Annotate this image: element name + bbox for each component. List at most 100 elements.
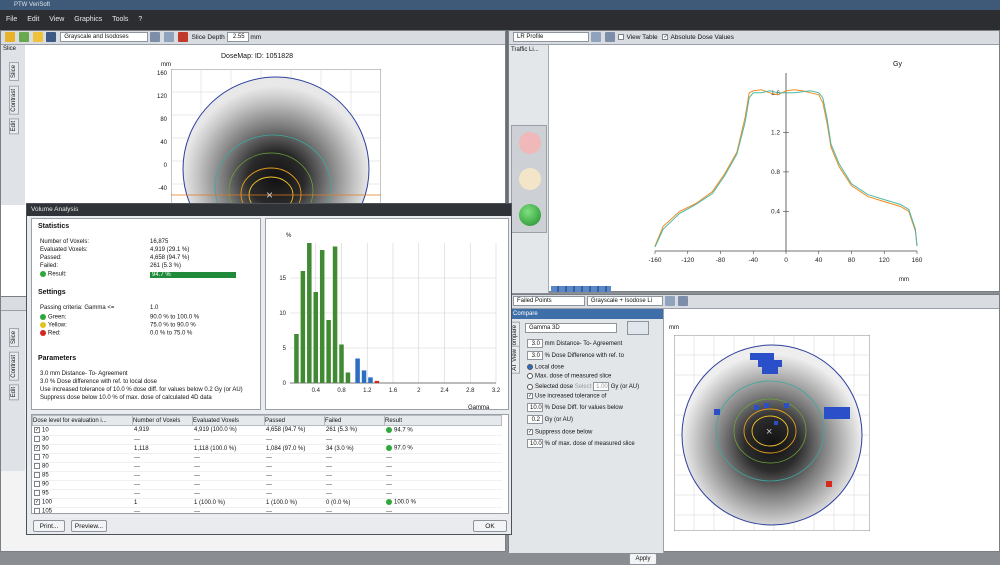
menu-view[interactable]: View (49, 16, 64, 23)
preview-button[interactable]: Preview... (71, 520, 107, 532)
cell-evaluated: --- (194, 481, 200, 488)
cell-failed: --- (326, 472, 332, 479)
volume-dialog-title: Volume Analysis (27, 204, 511, 216)
level-checkbox[interactable] (34, 436, 40, 443)
save-icon[interactable] (46, 32, 57, 43)
gamma-histogram[interactable]: 0.4 0.8 1.2 1.6 2 2.4 2.8 3.2 0 5 10 15 (268, 237, 506, 407)
tolerance-input[interactable]: 10.0 (527, 403, 543, 412)
compare-mode-select[interactable]: Failed Points (513, 296, 585, 307)
zoom-icon[interactable] (590, 32, 601, 43)
isodose-icon[interactable] (177, 32, 188, 43)
fit-icon[interactable] (163, 32, 174, 43)
view-table-checkbox[interactable] (618, 34, 625, 41)
x-tick-label: 40 (815, 257, 823, 264)
red-light-icon (519, 132, 541, 154)
table-row[interactable]: ✓ 100 1 1 (100.0 %) 1 (100.0 %) 0 (0.0 %) 100.… (32, 498, 502, 508)
select-dose-button[interactable]: Select (575, 384, 592, 390)
local-dose-radio[interactable] (527, 364, 533, 370)
profile-chart[interactable]: -160 -120 -80 -40 0 40 80 120 1600.40.81.21.6 (639, 67, 929, 287)
run-compare-icon[interactable] (627, 321, 649, 335)
ok-button[interactable]: OK (473, 520, 507, 532)
tab-slice-2[interactable]: Slice (9, 328, 19, 348)
col-header[interactable]: Dose level for evaluation i... (32, 415, 133, 426)
fit-icon[interactable] (604, 32, 615, 43)
y-tick-label: 0 (283, 381, 287, 387)
table-row[interactable]: ✓ 10 4,919 4,919 (100.0 %) 4,658 (94.7 %) 261… (32, 426, 502, 436)
parameters-heading: Parameters (38, 355, 77, 362)
fit-icon[interactable] (678, 296, 689, 307)
table-row[interactable]: 30 --- --- --- --- --- (32, 435, 502, 445)
level-checkbox[interactable] (34, 490, 40, 497)
tolerance-dose-input[interactable]: 0.2 (527, 415, 543, 424)
level-label: Yellow: (48, 322, 67, 329)
green-light-icon (519, 204, 541, 226)
level-checkbox[interactable] (34, 454, 40, 461)
print-button[interactable]: Print... (33, 520, 65, 532)
table-row[interactable]: 105 --- --- --- --- --- (32, 507, 502, 517)
cell-level: 100 (42, 499, 53, 506)
menu-help[interactable]: ? (138, 16, 142, 23)
apply-button[interactable]: Apply (629, 553, 657, 565)
suppress-checkbox[interactable]: ✓ (527, 429, 533, 435)
level-checkbox[interactable] (34, 472, 40, 479)
level-checkbox[interactable]: ✓ (34, 499, 40, 506)
zoom-icon[interactable] (150, 32, 161, 43)
table-row[interactable]: 90 --- --- --- --- --- (32, 480, 502, 490)
cell-result: --- (386, 481, 392, 488)
compare-display-select[interactable]: Grayscale + Isodose Li (586, 296, 663, 307)
tolerance-checkbox[interactable]: ✓ (527, 393, 533, 399)
zoom-icon[interactable] (664, 296, 675, 307)
profile-select[interactable]: LR Profile (513, 32, 589, 43)
table-row[interactable]: 85 --- --- --- --- --- (32, 471, 502, 481)
level-checkbox[interactable]: ✓ (34, 445, 40, 452)
view-table-label: View Table (626, 34, 658, 41)
level-checkbox[interactable] (34, 508, 40, 515)
open-icon[interactable] (5, 32, 15, 43)
display-mode-select[interactable]: Grayscale and Isodoses (60, 32, 149, 43)
table-row[interactable]: 70 --- --- --- --- --- (32, 453, 502, 463)
dta-input[interactable]: 3.0 (527, 339, 543, 348)
menu-file[interactable]: File (6, 16, 17, 23)
selected-dose-label: Selected dose (535, 384, 574, 391)
level-checkbox[interactable] (34, 463, 40, 470)
compare-panel: Compare Compare AT View Gamma 3D 3.0 mm … (509, 309, 664, 565)
compare-map[interactable]: × (674, 335, 870, 531)
folder-icon[interactable] (32, 32, 43, 43)
tab-slice[interactable]: Slice (9, 62, 19, 82)
tab-contrast-2[interactable]: Contrast (9, 352, 19, 381)
col-header[interactable]: Evaluated Voxels (192, 415, 265, 426)
menu-edit[interactable]: Edit (27, 16, 39, 23)
table-row[interactable]: ✓ 50 1,118 1,118 (100.0 %) 1,084 (97.0 %) 34 … (32, 444, 502, 454)
passing-value: 1.0 (150, 305, 159, 311)
stat-label: Number of Voxels: (40, 239, 90, 245)
tab-contrast[interactable]: Contrast (9, 86, 19, 115)
level-checkbox[interactable] (34, 481, 40, 488)
level-checkbox[interactable]: ✓ (34, 426, 40, 433)
compare-method-select[interactable]: Gamma 3D (525, 323, 617, 333)
tree-icon[interactable] (18, 32, 29, 43)
col-header[interactable]: Passed (264, 415, 325, 426)
suppress-input[interactable]: 10.0 (527, 439, 543, 448)
profile-scroll-strip[interactable] (551, 286, 611, 292)
menu-tools[interactable]: Tools (112, 16, 128, 23)
table-row[interactable]: 80 --- --- --- --- --- (32, 462, 502, 472)
absolute-dose-checkbox[interactable]: ✓ (662, 34, 669, 41)
max-dose-radio[interactable] (527, 373, 533, 379)
col-header[interactable]: Failed (324, 415, 385, 426)
traffic-title: Traffic Li... (511, 47, 539, 53)
histogram-panel: % Gamma 0.4 0.8 1.2 1.6 2 2.4 2.8 3.2 0 5 10 15 (265, 218, 509, 411)
dd-input[interactable]: 3.0 (527, 351, 543, 360)
tab-edit[interactable]: Edit (9, 118, 19, 135)
tab-edit-2[interactable]: Edit (9, 384, 19, 401)
selected-dose-radio[interactable] (527, 383, 533, 390)
histogram-bar (319, 250, 325, 383)
cell-evaluated: --- (194, 508, 200, 515)
slice-depth-input[interactable]: 2.55 (226, 32, 249, 43)
col-header[interactable]: Result (384, 415, 502, 426)
table-row[interactable]: 95 --- --- --- --- --- (32, 489, 502, 499)
cell-evaluated: --- (194, 463, 200, 470)
compare-settings: Gamma 3D 3.0 mm Distance- To- Agreement … (523, 321, 663, 565)
menu-graphics[interactable]: Graphics (74, 16, 102, 23)
selected-dose-input[interactable]: 1.00 (593, 382, 610, 391)
col-header[interactable]: Number of Voxels (132, 415, 193, 426)
